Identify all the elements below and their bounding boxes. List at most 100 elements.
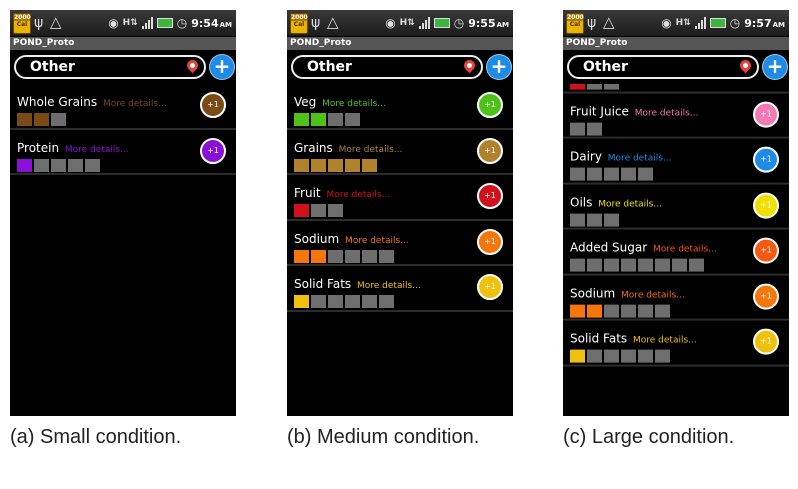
food-group-row-oils: Oils More details... +1: [563, 184, 789, 230]
figure-caption: (c) Large condition.: [563, 426, 735, 448]
plus-one-button[interactable]: +1: [753, 328, 779, 355]
serving-square-empty: [570, 122, 585, 136]
alarm-icon: ◷: [453, 16, 465, 30]
category-label: Other: [583, 59, 628, 75]
plus-one-button[interactable]: +1: [753, 101, 779, 128]
serving-square-empty: [638, 167, 653, 181]
serving-square-empty: [379, 295, 394, 308]
row-label: Sodium More details...: [570, 286, 685, 302]
food-group-name: Fruit Juice: [570, 104, 629, 119]
warning-icon: △: [327, 13, 339, 31]
serving-square-filled: [17, 113, 32, 126]
more-details-link[interactable]: More details...: [653, 245, 717, 255]
food-group-name: Solid Fats: [570, 331, 628, 346]
serving-square-filled: [294, 295, 309, 308]
usb-icon: ψ: [587, 15, 597, 31]
clock: 9:55AM: [468, 17, 509, 30]
food-group-row-veg: Veg More details... +1: [287, 84, 513, 130]
plus-one-button[interactable]: +1: [477, 228, 503, 255]
food-group-name: Fruit: [294, 186, 321, 200]
food-group-name: Grains: [294, 140, 333, 155]
plus-one-button[interactable]: +1: [753, 237, 779, 264]
add-button[interactable]: +: [210, 55, 234, 79]
serving-square-empty: [345, 295, 360, 308]
serving-square-empty: [604, 258, 619, 272]
serving-square-empty: [311, 295, 326, 308]
phone-screen: 2000 Cal ψ △ ◉ H⇅ ◷ 9:55AM POND_Proto Ot…: [287, 10, 513, 416]
row-label: Fruit Juice More details...: [570, 104, 698, 120]
add-button[interactable]: +: [763, 55, 787, 79]
clock-ampm: AM: [219, 20, 232, 29]
serving-square-empty: [587, 122, 602, 136]
plus-one-button[interactable]: +1: [477, 137, 503, 164]
serving-squares: [294, 204, 343, 217]
location-pin-icon[interactable]: [184, 57, 201, 74]
more-details-link[interactable]: More details...: [339, 145, 403, 155]
plus-one-button[interactable]: +1: [753, 146, 779, 173]
location-pin-icon[interactable]: [461, 57, 478, 74]
serving-squares: [294, 113, 360, 126]
food-group-name: Protein: [17, 140, 60, 155]
usb-icon: ψ: [311, 15, 321, 31]
plus-one-button[interactable]: +1: [200, 92, 226, 118]
status-bar: 2000 Cal ψ △ ◉ H⇅ ◷ 9:54AM: [10, 10, 236, 37]
category-selector[interactable]: Other: [14, 55, 206, 79]
clock-time: 9:54: [191, 16, 219, 30]
more-details-link[interactable]: More details...: [357, 281, 421, 291]
more-details-link[interactable]: More details...: [326, 190, 390, 200]
hspa-icon: H⇅: [399, 18, 415, 28]
serving-square-empty: [621, 258, 636, 272]
more-details-link[interactable]: More details...: [635, 108, 699, 118]
more-details-link[interactable]: More details...: [608, 154, 672, 164]
serving-square-empty: [379, 249, 394, 263]
food-group-row-sodium: Sodium More details... +1: [287, 221, 513, 266]
serving-square-empty: [655, 258, 670, 272]
panel-3: 2000 Cal ψ △ ◉ H⇅ ◷ 9:57AM POND_Proto Ot…: [563, 10, 789, 448]
plus-one-button[interactable]: +1: [477, 183, 503, 209]
hspa-icon: H⇅: [122, 18, 138, 28]
serving-square-filled: [294, 158, 309, 172]
serving-square-empty: [604, 213, 619, 227]
serving-squares: [17, 113, 66, 126]
food-group-list[interactable]: Whole Grains More details... +1 Protein …: [10, 84, 236, 416]
serving-square-filled: [311, 249, 326, 263]
more-details-link[interactable]: More details...: [322, 99, 386, 109]
serving-square-filled: [328, 158, 343, 172]
row-label: Veg More details...: [294, 95, 386, 111]
serving-squares: [294, 249, 394, 263]
more-details-link[interactable]: More details...: [621, 290, 685, 300]
more-details-link[interactable]: More details...: [103, 99, 167, 109]
plus-one-button[interactable]: +1: [753, 283, 779, 310]
food-group-row-fruit: Fruit More details... +1: [563, 84, 789, 94]
row-label: Added Sugar More details...: [570, 241, 717, 257]
signal-icon: [141, 17, 153, 29]
serving-square-empty: [587, 258, 602, 272]
food-group-list[interactable]: Fruit More details... +1 Fruit Juice Mor…: [563, 84, 789, 416]
add-button[interactable]: +: [487, 55, 511, 79]
category-selector[interactable]: Other: [291, 55, 483, 79]
location-pin-icon[interactable]: [737, 57, 754, 74]
more-details-link[interactable]: More details...: [598, 199, 662, 209]
food-group-row-dairy: Dairy More details... +1: [563, 139, 789, 185]
food-group-row-solid-fats: Solid Fats More details... +1: [563, 321, 789, 367]
serving-square-empty: [34, 158, 49, 172]
serving-square-empty: [311, 204, 326, 217]
category-selector[interactable]: Other: [567, 55, 759, 79]
plus-one-button[interactable]: +1: [477, 274, 503, 300]
serving-square-empty: [604, 304, 619, 318]
status-icons: ◉ H⇅ ◷ 9:54AM: [108, 14, 232, 32]
serving-square-empty: [604, 84, 619, 90]
calendar-year: 2000: [567, 14, 584, 21]
clock: 9:54AM: [191, 17, 232, 30]
food-group-name: Sodium: [294, 231, 340, 246]
row-label: Solid Fats More details...: [570, 332, 697, 348]
more-details-link[interactable]: More details...: [65, 145, 129, 155]
serving-square-empty: [570, 213, 585, 227]
more-details-link[interactable]: More details...: [345, 236, 409, 246]
panel-2: 2000 Cal ψ △ ◉ H⇅ ◷ 9:55AM POND_Proto Ot…: [287, 10, 513, 448]
plus-one-button[interactable]: +1: [477, 92, 503, 118]
more-details-link[interactable]: More details...: [633, 336, 697, 346]
plus-one-button[interactable]: +1: [753, 192, 779, 219]
food-group-list[interactable]: Veg More details... +1 Grains More detai…: [287, 84, 513, 416]
plus-one-button[interactable]: +1: [200, 137, 226, 164]
